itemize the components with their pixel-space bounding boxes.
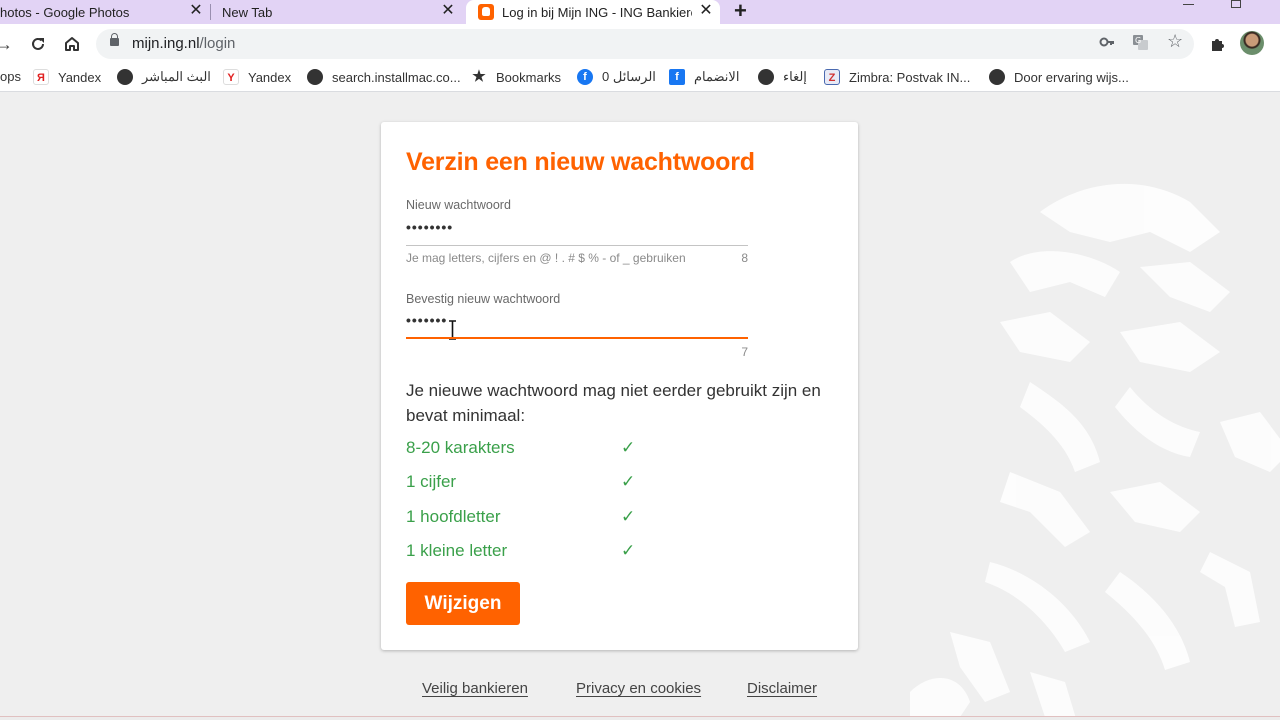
change-password-card: Verzin een nieuw wachtwoord Nieuw wachtw…	[381, 122, 858, 650]
bookmarks-bar: ops Я Yandex البث المباشر Y Yandex search.…	[0, 64, 1280, 92]
svg-text:G: G	[1135, 36, 1141, 45]
tab-new-tab[interactable]: New Tab ✕	[212, 0, 462, 24]
submit-button[interactable]: Wijzigen	[406, 582, 520, 625]
forward-icon[interactable]: →	[0, 32, 16, 56]
ing-lion-watermark-icon	[910, 183, 1280, 720]
yandex-icon: Я	[33, 69, 49, 85]
key-icon[interactable]	[1099, 34, 1115, 54]
facebook-icon: f	[577, 69, 593, 85]
tab-title: New Tab	[222, 4, 273, 20]
extensions-icon[interactable]	[1206, 32, 1230, 59]
bookmark-cancel[interactable]: إلغاء	[758, 69, 807, 85]
tab-google-photos[interactable]: hotos - Google Photos ✕	[0, 0, 210, 24]
yandex-icon: Y	[223, 69, 239, 85]
close-icon[interactable]: ✕	[698, 2, 714, 20]
page-title: Verzin een nieuw wachtwoord	[406, 148, 755, 176]
address-bar[interactable]: mijn.ing.nl/login G ☆	[96, 29, 1194, 59]
globe-icon	[307, 69, 323, 85]
bottom-edge	[0, 716, 1280, 720]
new-password-underline	[406, 245, 748, 246]
bookmark-apps[interactable]: ops	[0, 69, 21, 84]
globe-icon	[117, 69, 133, 85]
profile-avatar[interactable]	[1240, 31, 1264, 55]
tab-strip: hotos - Google Photos ✕ New Tab ✕ Log in…	[0, 0, 1280, 24]
home-icon[interactable]	[60, 32, 84, 59]
bookmark-fb-join[interactable]: f الانضمام	[669, 69, 739, 85]
bookmark-yandex-2[interactable]: Y Yandex	[223, 69, 291, 85]
bookmark-live[interactable]: البث المباشر	[117, 69, 211, 85]
password-hint: Je mag letters, cijfers en @ ! . # $ % -…	[406, 251, 686, 265]
checkmark-icon: ✓	[621, 507, 636, 526]
confirm-password-underline	[406, 337, 748, 339]
close-icon[interactable]: ✕	[440, 2, 456, 20]
tab-title: Log in bij Mijn ING - ING Bankieren	[502, 4, 692, 20]
checkmark-icon: ✓	[621, 472, 636, 491]
requirement-lowercase: 1 kleine letter	[406, 541, 508, 560]
checkmark-icon: ✓	[621, 541, 636, 560]
globe-icon	[758, 69, 774, 85]
tab-title: hotos - Google Photos	[0, 4, 130, 20]
close-icon[interactable]: ✕	[188, 2, 204, 20]
bookmark-fb-messages[interactable]: f0 الرسائل	[577, 69, 656, 85]
restore-icon[interactable]	[1231, 0, 1241, 8]
new-password-label: Nieuw wachtwoord	[406, 198, 511, 212]
tab-ing-login[interactable]: Log in bij Mijn ING - ING Bankieren ✕	[466, 0, 720, 24]
requirement-uppercase: 1 hoofdletter	[406, 507, 501, 526]
new-tab-icon[interactable]: +	[734, 0, 747, 24]
confirm-password-field[interactable]: •••••••	[406, 312, 447, 328]
translate-icon[interactable]: G	[1132, 34, 1149, 55]
requirement-length: 8-20 karakters	[406, 438, 515, 457]
requirement-digit: 1 cijfer	[406, 472, 457, 491]
bookmark-door-ervaring[interactable]: Door ervaring wijs...	[989, 69, 1129, 85]
minimize-icon[interactable]	[1183, 4, 1194, 5]
browser-toolbar: → mijn.ing.nl/login G ☆	[0, 24, 1280, 64]
confirm-password-label: Bevestig nieuw wachtwoord	[406, 292, 561, 306]
globe-icon	[989, 69, 1005, 85]
confirm-password-char-count: 7	[741, 345, 748, 359]
footer-link-disclaimer[interactable]: Disclaimer	[747, 680, 817, 697]
checkmark-icon: ✓	[621, 438, 636, 457]
bookmark-star-icon[interactable]: ☆	[1167, 31, 1183, 52]
url-text: mijn.ing.nl/login	[132, 35, 236, 52]
page-content: Verzin een nieuw wachtwoord Nieuw wachtw…	[0, 92, 1280, 720]
new-password-char-count: 8	[741, 251, 748, 265]
star-icon: ★	[472, 68, 486, 85]
bookmark-installmac[interactable]: search.installmac.co...	[307, 69, 461, 85]
bookmark-bookmarks[interactable]: ★ Bookmarks	[471, 69, 561, 85]
tab-separator	[210, 4, 211, 20]
new-password-field[interactable]: ••••••••	[406, 219, 453, 235]
zimbra-icon: Z	[824, 69, 840, 85]
facebook-icon: f	[669, 69, 685, 85]
footer-link-privacy[interactable]: Privacy en cookies	[576, 680, 701, 697]
bookmark-zimbra[interactable]: Z Zimbra: Postvak IN...	[824, 69, 970, 85]
password-requirements-intro: Je nieuwe wachtwoord mag niet eerder geb…	[406, 381, 821, 425]
footer-link-veilig-bankieren[interactable]: Veilig bankieren	[422, 680, 528, 697]
reload-icon[interactable]	[26, 32, 50, 59]
lock-icon	[110, 33, 119, 46]
ing-favicon-icon	[478, 4, 494, 20]
bookmark-yandex[interactable]: Я Yandex	[33, 69, 101, 85]
